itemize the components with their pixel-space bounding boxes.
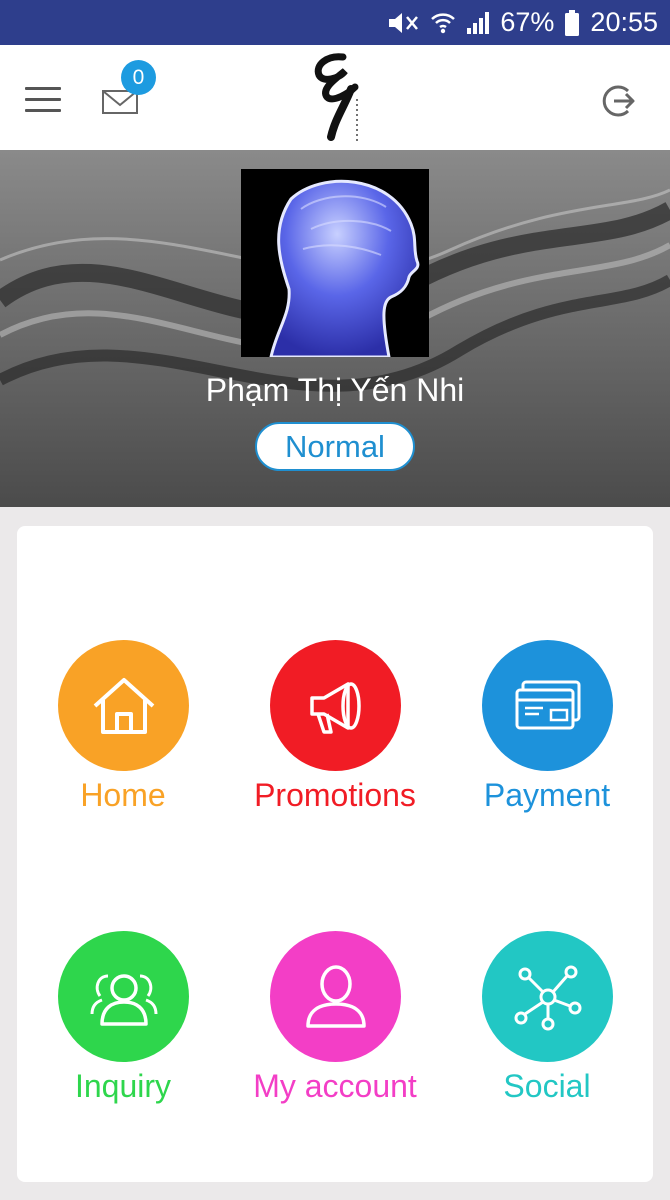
menu-item-my-account[interactable]: My account [229, 931, 441, 1131]
brand-logo [314, 53, 359, 141]
menu-label-payment: Payment [483, 777, 611, 813]
signal-icon [467, 11, 490, 34]
membership-level-badge: Normal [255, 422, 415, 471]
menu-button[interactable] [25, 87, 61, 113]
share-network-icon [514, 965, 581, 1030]
mute-icon [389, 12, 419, 33]
menu-item-inquiry[interactable]: Inquiry [17, 931, 229, 1131]
menu-item-payment[interactable]: Payment [441, 640, 653, 840]
promotions-circle [270, 640, 401, 771]
menu-label-social: Social [503, 1068, 591, 1104]
social-circle [482, 931, 613, 1062]
users-icon [90, 973, 157, 1026]
hamburger-line [25, 98, 61, 101]
mail-count-badge: 0 [121, 60, 156, 95]
app-header: 0 [0, 45, 670, 150]
user-icon [305, 964, 366, 1028]
hamburger-line [25, 109, 61, 112]
logout-icon[interactable] [600, 83, 638, 119]
profile-banner: Phạm Thị Yến Nhi Normal [0, 150, 670, 507]
hamburger-line [25, 87, 61, 90]
home-icon [93, 677, 154, 734]
status-bar: 67% 20:55 [0, 0, 670, 45]
menu-label-promotions: Promotions [254, 777, 416, 813]
menu-item-home[interactable]: Home [17, 640, 229, 840]
clock: 20:55 [590, 7, 658, 37]
menu-item-promotions[interactable]: Promotions [229, 640, 441, 840]
credit-card-icon [515, 680, 580, 729]
profile-avatar[interactable] [241, 169, 429, 357]
menu-label-my-account: My account [253, 1068, 417, 1104]
menu-label-inquiry: Inquiry [74, 1068, 172, 1104]
home-circle [58, 640, 189, 771]
menu-item-social[interactable]: Social [441, 931, 653, 1131]
megaphone-icon [309, 681, 361, 734]
battery-icon [565, 9, 580, 36]
wifi-icon [431, 12, 456, 33]
menu-grid-card: Home Promotions Payment Inquiry My accou… [17, 526, 653, 1182]
battery-percent: 67% [500, 7, 555, 37]
inquiry-circle [58, 931, 189, 1062]
my-account-circle [270, 931, 401, 1062]
user-name: Phạm Thị Yến Nhi [205, 372, 465, 408]
status-icons: 67% 20:55 [386, 0, 658, 45]
payment-circle [482, 640, 613, 771]
menu-label-home: Home [80, 777, 166, 813]
